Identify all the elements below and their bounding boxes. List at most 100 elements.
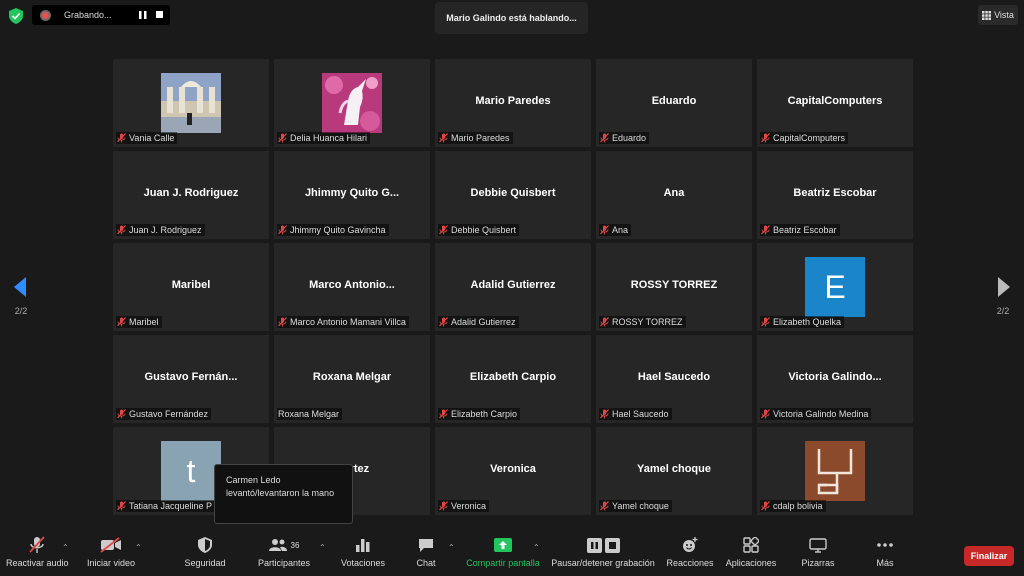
whiteboard-icon bbox=[809, 537, 827, 553]
participant-name: Elizabeth Quelka bbox=[773, 317, 842, 327]
participant-tile[interactable]: E Elizabeth Quelka bbox=[757, 243, 913, 331]
participant-display-name: Jhimmy Quito G... bbox=[304, 187, 400, 199]
participant-display-name: Victoria Galindo... bbox=[788, 371, 882, 383]
participant-tile[interactable]: Delia Huanca Hilari bbox=[274, 59, 430, 147]
stop-recording-button[interactable] bbox=[153, 8, 167, 22]
chat-bubble-icon bbox=[419, 538, 433, 552]
cdalp-logo-avatar bbox=[805, 441, 865, 501]
pause-stop-recording-button[interactable]: Pausar/detener grabación bbox=[550, 536, 656, 568]
participants-options-chevron-icon[interactable]: ⌃ bbox=[319, 543, 326, 552]
security-button[interactable]: Seguridad bbox=[182, 536, 228, 568]
share-screen-button[interactable]: Compartir pantalla bbox=[465, 536, 541, 568]
participant-tile[interactable]: Hael Saucedo Hael Saucedo bbox=[596, 335, 752, 423]
participant-display-name: Juan J. Rodriguez bbox=[143, 187, 239, 199]
microphone-muted-icon bbox=[761, 225, 770, 235]
chat-button[interactable]: Chat bbox=[412, 536, 440, 568]
participant-tile[interactable]: Beatriz Escobar Beatriz Escobar bbox=[757, 151, 913, 239]
participant-name-label: ROSSY TORREZ bbox=[599, 316, 686, 328]
polls-button[interactable]: Votaciones bbox=[338, 536, 388, 568]
participant-name-label: Yamel choque bbox=[599, 500, 672, 512]
participant-tile[interactable]: Ana Ana bbox=[596, 151, 752, 239]
participant-display-name: Hael Saucedo bbox=[637, 371, 711, 383]
participant-display-name: ROSSY TORREZ bbox=[630, 279, 718, 291]
raised-hand-notification: Carmen Ledo levantó/levantaron la mano bbox=[214, 464, 353, 524]
participant-tile[interactable]: Roxana Melgar Roxana Melgar bbox=[274, 335, 430, 423]
page-indicator-left: 2/2 bbox=[14, 306, 28, 316]
participant-name-label: Gustavo Fernández bbox=[116, 408, 212, 420]
pause-icon bbox=[586, 537, 602, 553]
participant-tile[interactable]: Victoria Galindo... Victoria Galindo Medi… bbox=[757, 335, 913, 423]
pause-stop-recording-label: Pausar/detener grabación bbox=[551, 558, 655, 568]
microphone-muted-icon bbox=[600, 409, 609, 419]
participant-display-name: Roxana Melgar bbox=[312, 371, 392, 383]
participant-tile[interactable]: Marco Antonio... Marco Antonio Mamani Vil… bbox=[274, 243, 430, 331]
participant-name: ROSSY TORREZ bbox=[612, 317, 683, 327]
pause-icon bbox=[139, 11, 147, 19]
participant-tile[interactable]: Veronica Veronica bbox=[435, 427, 591, 515]
participant-display-name: Adalid Gutierrez bbox=[470, 279, 556, 291]
chat-options-chevron-icon[interactable]: ⌃ bbox=[448, 543, 455, 552]
microphone-muted-icon bbox=[117, 133, 126, 143]
participants-count: 36 bbox=[290, 540, 300, 550]
participant-tile[interactable]: Mario Paredes Mario Paredes bbox=[435, 59, 591, 147]
view-label: Vista bbox=[994, 10, 1014, 20]
arrow-right-icon bbox=[998, 277, 1010, 297]
participants-button[interactable]: 36 Participantes bbox=[256, 536, 312, 568]
participant-tile[interactable]: Vania Calle bbox=[113, 59, 269, 147]
participant-tile[interactable]: Jhimmy Quito G... Jhimmy Quito Gavincha bbox=[274, 151, 430, 239]
security-shield-icon bbox=[198, 537, 212, 553]
microphone-muted-icon bbox=[29, 536, 45, 553]
participant-name-label: Eduardo bbox=[599, 132, 650, 144]
share-options-chevron-icon[interactable]: ⌃ bbox=[533, 543, 540, 552]
participant-tile[interactable]: Adalid Gutierrez Adalid Gutierrez bbox=[435, 243, 591, 331]
microphone-muted-icon bbox=[439, 225, 448, 235]
participant-tile[interactable]: Gustavo Fernán... Gustavo Fernández bbox=[113, 335, 269, 423]
microphone-muted-icon bbox=[439, 133, 448, 143]
microphone-muted-icon bbox=[278, 133, 287, 143]
participant-name: Vania Calle bbox=[129, 133, 175, 143]
unmute-audio-button[interactable]: Reactivar audio bbox=[6, 536, 69, 568]
next-page-nav[interactable]: 2/2 bbox=[990, 277, 1016, 316]
participant-tile[interactable]: CapitalComputers CapitalComputers bbox=[757, 59, 913, 147]
end-meeting-button[interactable]: Finalizar bbox=[964, 546, 1014, 566]
participant-name: Mario Paredes bbox=[451, 133, 510, 143]
participant-tile[interactable]: ROSSY TORREZ ROSSY TORREZ bbox=[596, 243, 752, 331]
participant-name: Delia Huanca Hilari bbox=[290, 133, 368, 143]
participant-name: Veronica bbox=[451, 501, 487, 511]
participant-display-name: Maribel bbox=[171, 279, 211, 291]
polls-label: Votaciones bbox=[340, 558, 386, 568]
pause-recording-button[interactable] bbox=[136, 8, 150, 22]
participant-name: cdalp bolivia bbox=[773, 501, 823, 511]
participant-tile[interactable]: Eduardo Eduardo bbox=[596, 59, 752, 147]
participant-display-name: Mario Paredes bbox=[475, 95, 551, 107]
meeting-toolbar: Reactivar audio ⌃ Iniciar video ⌃ Seguri… bbox=[0, 530, 1024, 576]
share-screen-label: Compartir pantalla bbox=[466, 558, 540, 568]
start-video-button[interactable]: Iniciar video bbox=[84, 536, 138, 568]
participant-tile[interactable]: Juan J. Rodriguez Juan J. Rodriguez bbox=[113, 151, 269, 239]
people-icon bbox=[268, 539, 287, 551]
more-button[interactable]: Más bbox=[872, 536, 898, 568]
reactions-button[interactable]: Reacciones bbox=[666, 536, 714, 568]
microphone-muted-icon bbox=[439, 409, 448, 419]
participant-name-label: Juan J. Rodriguez bbox=[116, 224, 205, 236]
audio-options-chevron-icon[interactable]: ⌃ bbox=[62, 543, 69, 552]
whiteboards-button[interactable]: Pizarras bbox=[800, 536, 836, 568]
participant-tile[interactable]: Debbie Quisbert Debbie Quisbert bbox=[435, 151, 591, 239]
video-options-chevron-icon[interactable]: ⌃ bbox=[135, 543, 142, 552]
participant-tile[interactable]: Maribel Maribel bbox=[113, 243, 269, 331]
participant-tile[interactable]: cdalp bolivia bbox=[757, 427, 913, 515]
view-button[interactable]: Vista bbox=[978, 5, 1018, 25]
participant-gallery: Vania Calle Delia Huanca Hilari Mario Pare… bbox=[113, 59, 913, 515]
microphone-muted-icon bbox=[761, 317, 770, 327]
mosque-photo-avatar bbox=[161, 73, 221, 133]
participant-tile[interactable]: Elizabeth Carpio Elizabeth Carpio bbox=[435, 335, 591, 423]
microphone-muted-icon bbox=[600, 225, 609, 235]
participant-display-name: CapitalComputers bbox=[787, 95, 883, 107]
microphone-muted-icon bbox=[117, 225, 126, 235]
apps-button[interactable]: Aplicaciones bbox=[724, 536, 778, 568]
recording-indicator: Grabando... bbox=[32, 5, 170, 25]
previous-page-nav[interactable]: 2/2 bbox=[8, 277, 34, 316]
participant-name: Elizabeth Carpio bbox=[451, 409, 518, 419]
participant-tile[interactable]: Yamel choque Yamel choque bbox=[596, 427, 752, 515]
security-shield-icon[interactable] bbox=[9, 8, 23, 24]
